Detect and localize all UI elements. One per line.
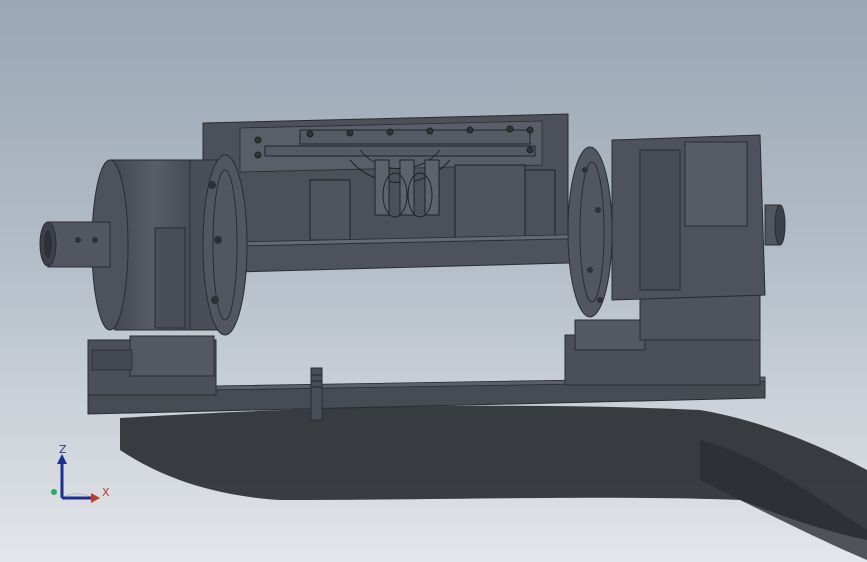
z-axis-label: Z bbox=[59, 443, 67, 456]
left-motor-housing[interactable] bbox=[91, 154, 248, 336]
right-gearbox[interactable] bbox=[611, 134, 786, 301]
model-view[interactable] bbox=[0, 0, 867, 562]
ground-shadow bbox=[120, 405, 867, 560]
right-flange[interactable] bbox=[567, 146, 613, 318]
axis-triad bbox=[51, 454, 100, 503]
x-axis-label: X bbox=[102, 486, 110, 499]
left-shaft[interactable] bbox=[39, 221, 111, 268]
left-pedestal[interactable] bbox=[87, 335, 217, 396]
graphics-viewport[interactable]: Z X bbox=[0, 0, 867, 562]
center-pin[interactable] bbox=[310, 367, 323, 421]
